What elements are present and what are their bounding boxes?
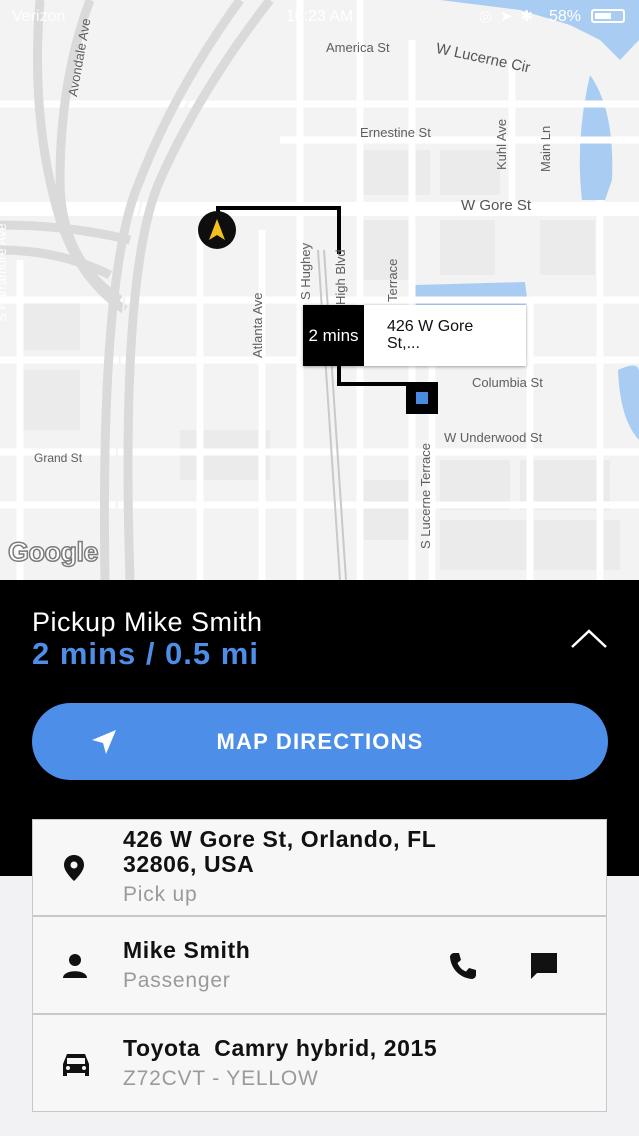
eta-bubble-address: 426 W Gore St,... — [387, 318, 474, 352]
navigation-icon — [92, 730, 116, 754]
street-label: W Underwood St — [444, 430, 543, 445]
clock: 10:23 AM — [285, 8, 354, 25]
car-icon — [63, 1054, 89, 1076]
location-pin-icon — [64, 855, 84, 881]
street-label: America St — [326, 40, 390, 55]
vehicle-card: Toyota Camry hybrid, 2015 Z72CVT - YELLO… — [32, 1014, 607, 1112]
battery-percent: 58% — [548, 8, 581, 25]
passenger-card: Mike Smith Passenger — [32, 916, 607, 1014]
street-label: Main Ln — [538, 125, 553, 172]
street-label: S Parramore Ave — [0, 223, 9, 322]
battery-icon — [591, 9, 625, 23]
street-label: Terrace — [385, 258, 400, 302]
street-label: S Hughey — [298, 242, 313, 300]
street-label: S Lucerne Terrace — [418, 443, 433, 549]
current-location-marker[interactable] — [198, 211, 236, 249]
map-roads — [0, 0, 639, 580]
vehicle-plate: Z72CVT - YELLOW — [123, 1067, 319, 1090]
passenger-label: Passenger — [123, 969, 231, 992]
pickup-label: Pick up — [123, 883, 198, 906]
map-directions-label: MAP DIRECTIONS — [216, 728, 424, 754]
street-label: Atlanta Ave — [250, 292, 265, 358]
passenger-name: Mike Smith — [123, 937, 251, 963]
pickup-title: Pickup Mike Smith — [32, 607, 263, 637]
map-view[interactable]: America St W Lucerne Cir Ernestine St Ku… — [0, 0, 639, 580]
google-logo: Google — [7, 536, 99, 568]
pickup-address: 426 W Gore St, Orlando, FL 32806, USA — [123, 826, 436, 877]
status-bar: Verizon 10:23 AM ◎➤✱ 58% — [0, 0, 639, 34]
destination-marker[interactable] — [406, 382, 438, 414]
person-icon — [63, 954, 87, 978]
chevron-up-icon[interactable] — [568, 625, 610, 653]
vehicle-model: Toyota Camry hybrid, 2015 — [123, 1035, 438, 1061]
street-label: Columbia St — [472, 375, 543, 390]
pickup-card[interactable]: 426 W Gore St, Orlando, FL 32806, USA Pi… — [32, 819, 607, 916]
street-label: High Blvd — [333, 249, 348, 305]
street-label: Kuhl Ave — [494, 118, 509, 170]
street-label: Ernestine St — [360, 125, 431, 140]
eta-bubble[interactable]: 2 mins 426 W Gore St,... — [303, 305, 526, 366]
phone-icon[interactable] — [447, 950, 479, 982]
eta-bubble-time: 2 mins — [303, 305, 364, 366]
eta-distance: 2 mins / 0.5 mi — [32, 636, 259, 671]
navigation-arrow-icon — [209, 219, 225, 240]
status-icons: ◎➤✱ — [478, 8, 541, 25]
message-icon[interactable] — [528, 950, 560, 982]
street-label: Grand St — [34, 451, 83, 465]
street-label: W Gore St — [461, 197, 532, 214]
map-directions-button[interactable]: MAP DIRECTIONS — [32, 703, 608, 780]
